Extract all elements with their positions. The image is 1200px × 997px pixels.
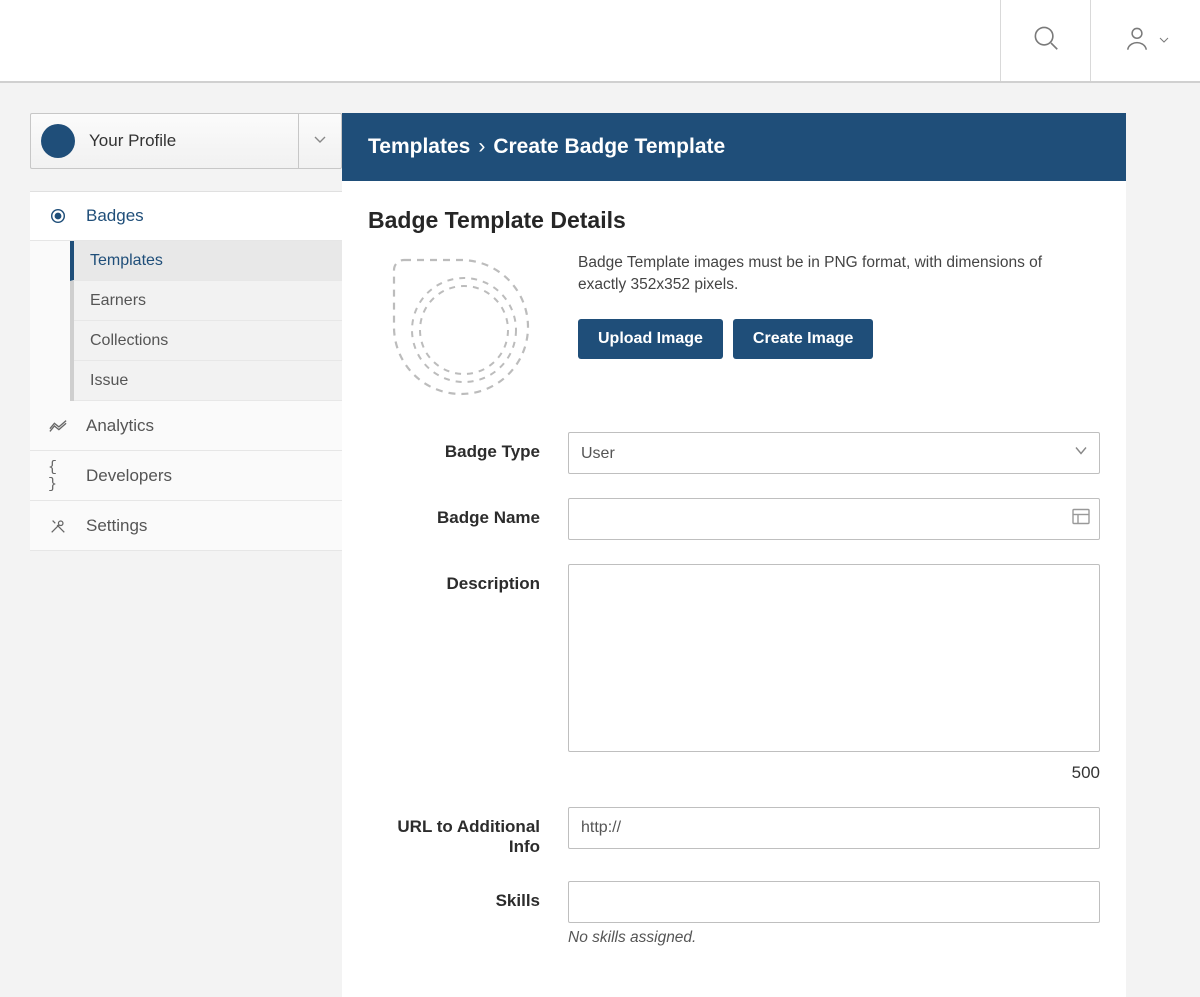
- nav-item-label: Developers: [86, 466, 172, 486]
- form-field-icon: [1072, 509, 1090, 530]
- top-bar: [0, 0, 1200, 83]
- analytics-icon: [48, 419, 68, 433]
- nav-item-label: Analytics: [86, 416, 154, 436]
- profile-label: Your Profile: [89, 131, 176, 151]
- url-input[interactable]: [568, 807, 1100, 849]
- user-menu[interactable]: [1090, 0, 1200, 81]
- description-counter: 500: [568, 763, 1100, 783]
- breadcrumb: Templates › Create Badge Template: [342, 113, 1126, 181]
- nav-item-developers[interactable]: { } Developers: [30, 451, 342, 501]
- badge-name-input[interactable]: [568, 498, 1100, 540]
- breadcrumb-root[interactable]: Templates: [368, 135, 470, 159]
- skills-helper: No skills assigned.: [568, 929, 1100, 947]
- badge-name-label: Badge Name: [368, 498, 568, 528]
- breadcrumb-separator: ›: [478, 135, 485, 159]
- subnav-item-issue[interactable]: Issue: [74, 361, 342, 401]
- search-button[interactable]: [1000, 0, 1090, 81]
- nav-item-settings[interactable]: Settings: [30, 501, 342, 551]
- nav-item-label: Badges: [86, 206, 144, 226]
- nav-item-label: Settings: [86, 516, 147, 536]
- search-icon: [1031, 23, 1061, 58]
- profile-dropdown-toggle[interactable]: [298, 113, 342, 169]
- user-icon: [1123, 23, 1151, 58]
- main-content: Templates › Create Badge Template Badge …: [342, 113, 1126, 997]
- nav-item-badges[interactable]: Badges: [30, 191, 342, 241]
- sidebar: Your Profile Badges: [0, 113, 342, 551]
- subnav-item-label: Issue: [90, 372, 128, 390]
- tools-icon: [48, 517, 68, 535]
- skills-input[interactable]: [568, 881, 1100, 923]
- upload-image-button[interactable]: Upload Image: [578, 319, 723, 359]
- badge-icon: [48, 207, 68, 225]
- url-label: URL to Additional Info: [368, 807, 568, 857]
- badges-subnav: Templates Earners Collections Issue: [70, 241, 342, 401]
- chevron-down-icon: [312, 131, 328, 152]
- badge-type-select[interactable]: User: [568, 432, 1100, 474]
- section-title: Badge Template Details: [368, 207, 1100, 234]
- upload-hint: Badge Template images must be in PNG for…: [578, 252, 1048, 295]
- description-textarea[interactable]: [568, 564, 1100, 752]
- avatar: [41, 124, 75, 158]
- nav-item-analytics[interactable]: Analytics: [30, 401, 342, 451]
- subnav-item-label: Earners: [90, 292, 146, 310]
- badge-image-placeholder: [386, 252, 536, 402]
- subnav-item-label: Collections: [90, 332, 168, 350]
- subnav-item-collections[interactable]: Collections: [74, 321, 342, 361]
- create-image-button[interactable]: Create Image: [733, 319, 874, 359]
- badge-type-label: Badge Type: [368, 432, 568, 462]
- code-icon: { }: [48, 459, 68, 493]
- subnav-item-earners[interactable]: Earners: [74, 281, 342, 321]
- breadcrumb-current: Create Badge Template: [493, 135, 725, 159]
- skills-label: Skills: [368, 881, 568, 911]
- primary-nav: Badges Templates Earners Collections Iss…: [30, 191, 342, 551]
- chevron-down-icon: [1159, 32, 1169, 50]
- subnav-item-label: Templates: [90, 252, 163, 270]
- subnav-item-templates[interactable]: Templates: [70, 241, 342, 281]
- profile-button[interactable]: Your Profile: [30, 113, 298, 169]
- description-label: Description: [368, 564, 568, 594]
